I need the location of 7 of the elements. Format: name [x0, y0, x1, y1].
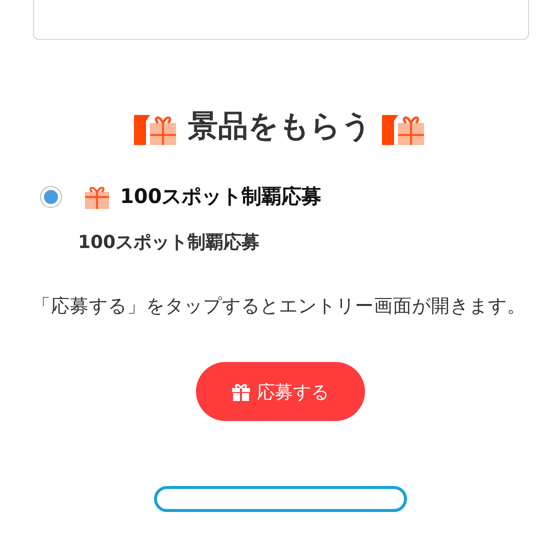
gift-icon [231, 382, 251, 400]
prize-name: 100スポット制覇応募 [78, 231, 261, 254]
section-heading: 景品をもらう [188, 108, 372, 146]
option-label: 100スポット制覇応募 [120, 183, 322, 210]
apply-button[interactable]: 応募する [196, 362, 364, 421]
radio-button[interactable] [40, 186, 62, 208]
instruction-text: 「応募する」をタップするとエントリー画面が開きます。 [32, 295, 527, 319]
